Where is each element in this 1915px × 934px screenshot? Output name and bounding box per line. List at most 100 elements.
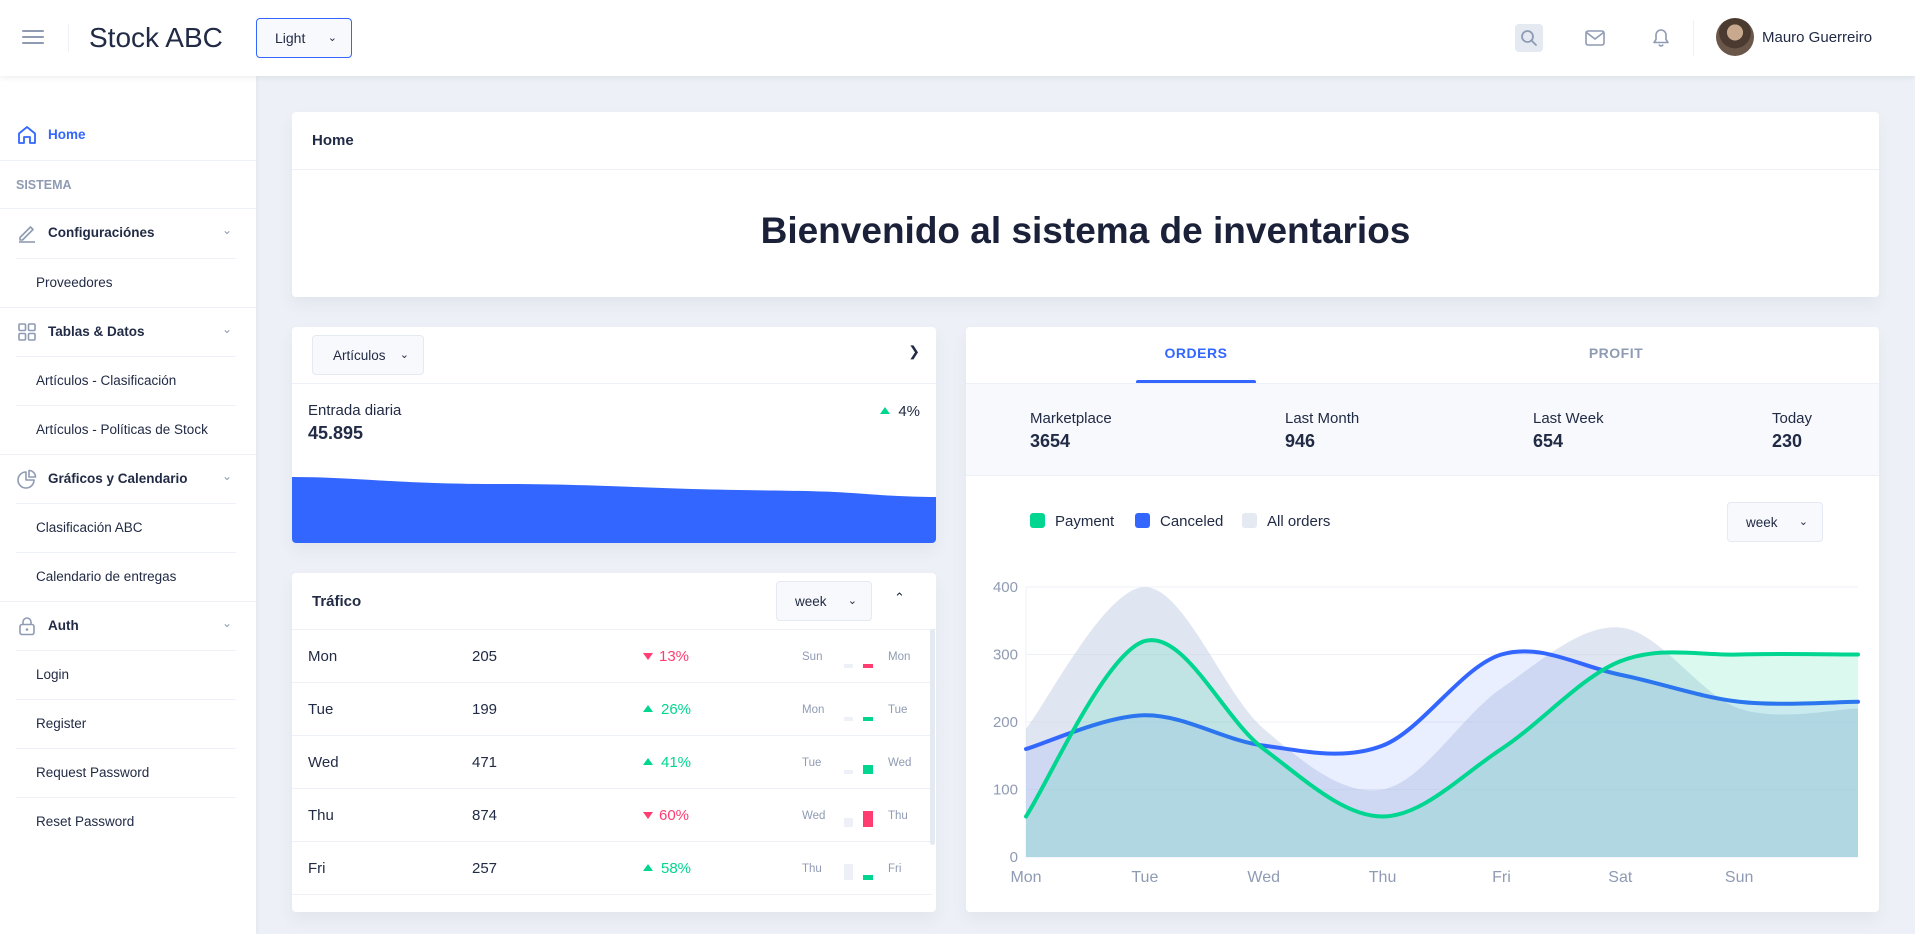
traffic-curr-day: Wed xyxy=(888,757,912,769)
sidebar-item-label: Clasificación ABC xyxy=(36,520,143,535)
traffic-period-select[interactable]: week ⌄ xyxy=(776,581,872,621)
traffic-curr-day: Mon xyxy=(888,651,911,663)
card-header-title: Home xyxy=(312,132,354,149)
stat-last-month: Last Month 946 xyxy=(1285,410,1359,452)
table-row[interactable]: Fri 257 58% Thu Fri xyxy=(292,842,932,895)
sidebar-item-tablas-datos[interactable]: Tablas & Datos ⌄ xyxy=(0,307,256,356)
traffic-value: 874 xyxy=(472,807,498,824)
sidebar-item-label: Login xyxy=(36,667,70,682)
daily-entry-area-chart xyxy=(292,477,936,543)
legend-payment[interactable]: Payment xyxy=(1030,513,1114,530)
x-tick-label: Sun xyxy=(1725,869,1753,886)
stat-value: 3654 xyxy=(1030,431,1071,451)
orders-period-value: week xyxy=(1746,515,1778,530)
sidebar-divider xyxy=(0,160,256,161)
sidebar-item-home[interactable]: Home xyxy=(0,110,256,159)
sidebar-item-articulos-clasificacion[interactable]: Artículos - Clasificación xyxy=(0,356,256,405)
chevron-down-icon: ⌄ xyxy=(327,32,337,44)
theme-select[interactable]: Light ⌄ xyxy=(256,18,352,58)
articulos-select[interactable]: Artículos ⌄ xyxy=(312,335,424,375)
arrow-up-icon xyxy=(880,407,891,414)
sidebar-item-login[interactable]: Login xyxy=(0,650,256,699)
traffic-scrollbar[interactable] xyxy=(930,629,935,845)
traffic-curr-day: Tue xyxy=(888,704,908,716)
y-tick-label: 200 xyxy=(993,714,1018,731)
stat-label: Marketplace xyxy=(1030,410,1112,427)
y-tick-label: 100 xyxy=(993,782,1018,799)
legend-swatch xyxy=(1030,513,1045,528)
traffic-change: 26% xyxy=(643,701,691,718)
x-tick-label: Thu xyxy=(1369,869,1397,886)
table-row[interactable]: Tue 199 26% Mon Tue xyxy=(292,683,932,736)
sidebar-item-configuraciones[interactable]: Configuraciónes ⌄ xyxy=(0,208,256,257)
stat-marketplace: Marketplace 3654 xyxy=(1030,410,1112,452)
sidebar-item-label: Register xyxy=(36,716,87,731)
menu-icon[interactable] xyxy=(20,26,46,50)
orders-period-select[interactable]: week ⌄ xyxy=(1727,502,1823,542)
orders-stats: Marketplace 3654 Last Month 946 Last Week 6… xyxy=(966,384,1879,476)
arrow-down-icon xyxy=(643,653,653,660)
chevron-right-icon[interactable]: ❯ xyxy=(908,343,920,360)
traffic-prev-bar xyxy=(844,717,853,721)
header-divider xyxy=(68,24,69,52)
legend-all-orders[interactable]: All orders xyxy=(1242,513,1330,530)
sidebar-item-clasificacion-abc[interactable]: Clasificación ABC xyxy=(0,503,256,552)
user-name[interactable]: Mauro Guerreiro xyxy=(1762,29,1872,46)
sidebar-item-label: Calendario de entregas xyxy=(36,569,177,584)
arrow-down-icon xyxy=(643,812,653,819)
table-row[interactable]: Wed 471 41% Tue Wed xyxy=(292,736,932,789)
traffic-prev-day: Tue xyxy=(802,757,822,769)
app-title[interactable]: Stock ABC xyxy=(89,22,223,54)
traffic-prev-bar xyxy=(844,864,853,880)
sidebar-item-request-password[interactable]: Request Password xyxy=(0,748,256,797)
mail-icon[interactable] xyxy=(1581,24,1609,52)
sidebar-item-calendario-entregas[interactable]: Calendario de entregas xyxy=(0,552,256,601)
bell-icon[interactable] xyxy=(1647,24,1675,52)
sidebar-item-register[interactable]: Register xyxy=(0,699,256,748)
table-row[interactable]: Mon 205 13% Sun Mon xyxy=(292,630,932,683)
articulos-select-value: Artículos xyxy=(333,348,386,363)
lock-icon xyxy=(16,615,38,637)
traffic-day: Wed xyxy=(308,754,339,771)
traffic-value: 205 xyxy=(472,648,498,665)
sidebar-item-graficos[interactable]: Gráficos y Calendario ⌄ xyxy=(0,454,256,503)
traffic-prev-day: Sun xyxy=(802,651,823,663)
sidebar-item-articulos-politicas[interactable]: Artículos - Políticas de Stock xyxy=(0,405,256,454)
stat-today: Today 230 xyxy=(1772,410,1812,452)
legend-canceled[interactable]: Canceled xyxy=(1135,513,1223,530)
top-header: Stock ABC Light ⌄ Mauro Guerreiro xyxy=(0,0,1915,76)
legend-label: All orders xyxy=(1267,513,1331,530)
traffic-period-value: week xyxy=(795,594,827,609)
traffic-day: Thu xyxy=(308,807,334,824)
welcome-card: Home Bienvenido al sistema de inventario… xyxy=(292,112,1879,297)
daily-entry-label: Entrada diaria xyxy=(308,402,402,419)
traffic-change: 41% xyxy=(643,754,691,771)
chevron-up-icon[interactable]: ⌃ xyxy=(894,590,905,606)
x-tick-label: Mon xyxy=(1010,869,1041,886)
sidebar-item-auth[interactable]: Auth ⌄ xyxy=(0,601,256,650)
pie-chart-icon xyxy=(16,468,38,490)
traffic-curr-bar xyxy=(863,765,873,774)
avatar[interactable] xyxy=(1716,18,1754,56)
search-icon[interactable] xyxy=(1515,24,1543,52)
sidebar-item-proveedores[interactable]: Proveedores xyxy=(0,258,256,307)
chevron-down-icon: ⌄ xyxy=(847,595,857,607)
stat-label: Today xyxy=(1772,410,1813,427)
sidebar-item-label: Tablas & Datos xyxy=(48,324,145,339)
sidebar-item-reset-password[interactable]: Reset Password xyxy=(0,797,256,846)
y-tick-label: 0 xyxy=(1010,849,1018,866)
x-tick-label: Wed xyxy=(1247,869,1280,886)
traffic-value: 471 xyxy=(472,754,498,771)
daily-entry-value: 45.895 xyxy=(308,423,364,443)
card-divider xyxy=(292,169,1879,170)
arrow-up-icon xyxy=(643,758,653,765)
sidebar-item-label: Request Password xyxy=(36,765,150,780)
legend-label: Payment xyxy=(1055,513,1115,530)
page-title: Bienvenido al sistema de inventarios xyxy=(760,210,1411,251)
table-row[interactable]: Thu 874 60% Wed Thu xyxy=(292,789,932,842)
traffic-change-text: 26% xyxy=(661,701,692,718)
tab-profit[interactable]: PROFIT xyxy=(1556,345,1676,361)
traffic-prev-day: Mon xyxy=(802,704,825,716)
tab-orders[interactable]: ORDERS xyxy=(1136,345,1256,361)
traffic-change-text: 13% xyxy=(659,648,690,665)
